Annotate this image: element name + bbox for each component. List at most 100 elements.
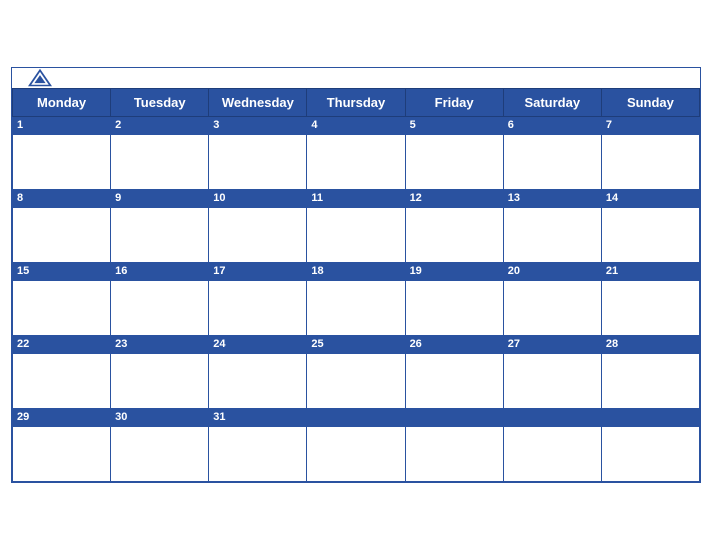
day-content-area (111, 354, 208, 408)
day-number: 20 (504, 263, 601, 281)
day-content-area (209, 354, 306, 408)
calendar-day-cell: 29 (13, 409, 111, 482)
day-content-area (504, 208, 601, 262)
day-content-area (209, 135, 306, 189)
day-content-area (111, 281, 208, 335)
weekday-header-monday: Monday (13, 89, 111, 117)
calendar-day-cell: 5 (405, 117, 503, 190)
calendar-tbody: 1234567891011121314151617181920212223242… (13, 117, 700, 482)
day-content-area (111, 208, 208, 262)
day-content-area (209, 427, 306, 481)
day-number: 12 (406, 190, 503, 208)
day-content-area (13, 208, 110, 262)
calendar-day-cell: 13 (503, 190, 601, 263)
calendar-day-cell: 10 (209, 190, 307, 263)
calendar-thead: MondayTuesdayWednesdayThursdayFridaySatu… (13, 89, 700, 117)
calendar-day-cell: 15 (13, 263, 111, 336)
calendar-day-cell: 9 (111, 190, 209, 263)
day-content-area (406, 208, 503, 262)
weekday-header-wednesday: Wednesday (209, 89, 307, 117)
calendar-day-cell: 25 (307, 336, 405, 409)
calendar-day-cell: 4 (307, 117, 405, 190)
day-content-area (307, 208, 404, 262)
weekday-header-thursday: Thursday (307, 89, 405, 117)
calendar-day-cell: 30 (111, 409, 209, 482)
day-number: 2 (111, 117, 208, 135)
day-content-empty (602, 427, 699, 481)
calendar-week-row: 891011121314 (13, 190, 700, 263)
calendar-day-cell: 18 (307, 263, 405, 336)
day-content-area (602, 281, 699, 335)
day-number: 25 (307, 336, 404, 354)
calendar-day-cell: 7 (601, 117, 699, 190)
day-number: 29 (13, 409, 110, 427)
calendar-day-cell: 17 (209, 263, 307, 336)
calendar-day-cell: 2 (111, 117, 209, 190)
day-number: 27 (504, 336, 601, 354)
day-number: 11 (307, 190, 404, 208)
day-number: 16 (111, 263, 208, 281)
day-content-area (602, 208, 699, 262)
day-number-empty (307, 409, 404, 427)
day-content-area (307, 281, 404, 335)
day-number: 13 (504, 190, 601, 208)
calendar-day-cell: 16 (111, 263, 209, 336)
day-content-area (307, 354, 404, 408)
day-number: 3 (209, 117, 306, 135)
weekday-header-saturday: Saturday (503, 89, 601, 117)
day-number: 31 (209, 409, 306, 427)
calendar-day-cell (405, 409, 503, 482)
day-number: 4 (307, 117, 404, 135)
calendar-day-cell: 3 (209, 117, 307, 190)
weekday-header-sunday: Sunday (601, 89, 699, 117)
day-content-area (602, 135, 699, 189)
day-content-area (13, 354, 110, 408)
day-number: 18 (307, 263, 404, 281)
day-content-area (13, 427, 110, 481)
day-number: 15 (13, 263, 110, 281)
day-number-empty (504, 409, 601, 427)
day-content-area (13, 281, 110, 335)
calendar-day-cell: 22 (13, 336, 111, 409)
weekday-header-friday: Friday (405, 89, 503, 117)
calendar-day-cell: 8 (13, 190, 111, 263)
day-number: 10 (209, 190, 306, 208)
calendar-day-cell: 21 (601, 263, 699, 336)
day-content-empty (406, 427, 503, 481)
calendar-week-row: 15161718192021 (13, 263, 700, 336)
calendar-day-cell: 14 (601, 190, 699, 263)
calendar-day-cell: 20 (503, 263, 601, 336)
day-number: 24 (209, 336, 306, 354)
calendar-day-cell (601, 409, 699, 482)
calendar-week-row: 293031 (13, 409, 700, 482)
calendar-day-cell: 26 (405, 336, 503, 409)
day-number: 30 (111, 409, 208, 427)
calendar-day-cell: 12 (405, 190, 503, 263)
calendar-day-cell: 24 (209, 336, 307, 409)
day-number: 5 (406, 117, 503, 135)
calendar-day-cell: 6 (503, 117, 601, 190)
calendar-table: MondayTuesdayWednesdayThursdayFridaySatu… (12, 88, 700, 482)
day-content-area (406, 281, 503, 335)
day-number: 28 (602, 336, 699, 354)
day-number: 21 (602, 263, 699, 281)
day-number: 23 (111, 336, 208, 354)
general-blue-icon (28, 69, 52, 87)
logo-area (28, 69, 52, 88)
day-number-empty (602, 409, 699, 427)
calendar-day-cell: 1 (13, 117, 111, 190)
day-number: 8 (13, 190, 110, 208)
day-content-area (111, 135, 208, 189)
day-content-area (209, 208, 306, 262)
day-number: 6 (504, 117, 601, 135)
calendar-day-cell: 27 (503, 336, 601, 409)
calendar-day-cell: 31 (209, 409, 307, 482)
day-content-area (13, 135, 110, 189)
day-content-area (504, 135, 601, 189)
day-number: 26 (406, 336, 503, 354)
day-number: 7 (602, 117, 699, 135)
calendar-week-row: 22232425262728 (13, 336, 700, 409)
day-number: 1 (13, 117, 110, 135)
calendar-day-cell (307, 409, 405, 482)
calendar-day-cell: 19 (405, 263, 503, 336)
